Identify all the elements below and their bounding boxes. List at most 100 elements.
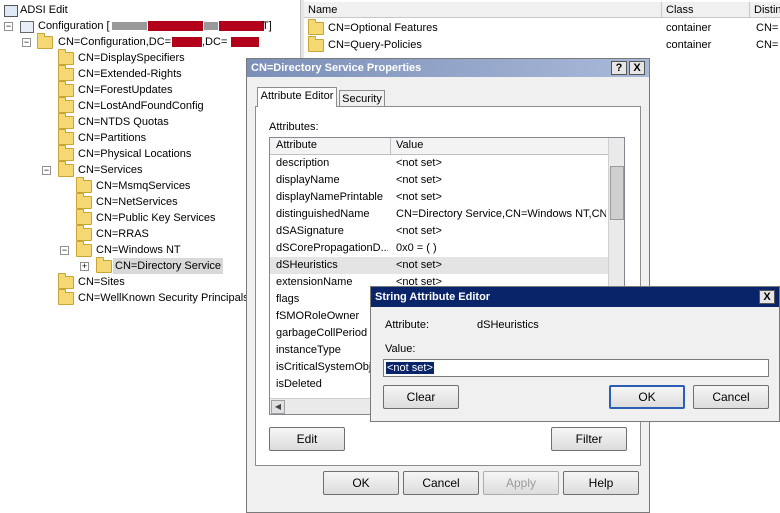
folder-icon xyxy=(76,241,92,257)
column-header-value[interactable]: Value xyxy=(396,139,423,151)
close-icon[interactable]: X xyxy=(759,290,775,304)
tree-item-label: CN=WellKnown Security Principals xyxy=(78,292,249,304)
list-item-name: CN=Query-Policies xyxy=(328,39,422,51)
tree-cn-config-mid: ,DC= xyxy=(202,36,228,48)
ok-button[interactable]: OK xyxy=(323,471,399,495)
list-item[interactable]: CN=Query-Policies container CN= xyxy=(308,36,780,53)
column-header-class[interactable]: Class xyxy=(662,2,750,18)
tree-node-cn-configuration[interactable]: − CN=Configuration,DC= ,DC= xyxy=(22,33,292,50)
tab-security[interactable]: Security xyxy=(339,90,385,107)
list-item-name: CN=Optional Features xyxy=(328,22,438,34)
list-item-class: container xyxy=(666,22,712,34)
tree-item-label: CN=MsmqServices xyxy=(96,180,191,192)
expand-icon[interactable]: + xyxy=(80,262,89,271)
tree-item-label: CN=Public Key Services xyxy=(96,212,216,224)
folder-icon xyxy=(308,19,324,35)
attribute-name: displayName xyxy=(276,174,340,186)
tree-node-configuration[interactable]: − Configuration [ T] xyxy=(4,18,294,34)
attribute-name: dSCorePropagationD... xyxy=(276,242,388,254)
attribute-row[interactable]: dSHeuristics <not set> xyxy=(270,257,608,274)
collapse-icon[interactable]: − xyxy=(22,38,31,47)
grid-header: Attribute Value xyxy=(270,138,610,155)
value-label: Value: xyxy=(385,343,416,355)
scrollbar-thumb[interactable] xyxy=(610,166,624,220)
folder-icon xyxy=(76,225,92,241)
ok-button[interactable]: OK xyxy=(609,385,685,409)
column-header-distinguished-name[interactable]: Distin xyxy=(750,2,780,18)
attribute-row[interactable]: displayName <not set> xyxy=(270,172,608,189)
adsi-edit-icon xyxy=(4,5,18,17)
folder-icon xyxy=(308,36,324,52)
database-icon xyxy=(20,21,34,33)
column-header-attribute[interactable]: Attribute xyxy=(276,139,317,151)
folder-icon xyxy=(58,81,74,97)
folder-icon xyxy=(58,113,74,129)
redaction-mark xyxy=(219,21,264,31)
tree-item-label: CN=Directory Service xyxy=(113,258,224,274)
filter-button[interactable]: Filter xyxy=(551,427,627,451)
attribute-row[interactable]: distinguishedName CN=Directory Service,CN… xyxy=(270,206,608,223)
folder-icon xyxy=(37,33,53,49)
collapse-icon[interactable]: − xyxy=(42,166,51,175)
attribute-name: dSASignature xyxy=(276,225,344,237)
tree-item-label: CN=Physical Locations xyxy=(78,148,192,160)
attribute-row[interactable]: dSCorePropagationD... 0x0 = ( ) xyxy=(270,240,608,257)
value-input[interactable]: <not set> xyxy=(383,359,769,377)
list-item[interactable]: CN=Optional Features container CN= xyxy=(308,19,780,36)
folder-icon xyxy=(58,289,74,305)
sae-title: String Attribute Editor xyxy=(375,291,491,303)
close-icon[interactable]: X xyxy=(629,61,645,75)
properties-title: CN=Directory Service Properties xyxy=(251,62,422,74)
tree-item-label: CN=Extended-Rights xyxy=(78,68,182,80)
column-divider[interactable] xyxy=(390,138,391,154)
attribute-name: displayNamePrintable xyxy=(276,191,383,203)
string-attribute-editor-dialog[interactable]: String Attribute Editor X Attribute: dSH… xyxy=(370,286,780,422)
attribute-row[interactable]: description <not set> xyxy=(270,155,608,172)
collapse-icon[interactable]: − xyxy=(60,246,69,255)
properties-titlebar[interactable]: CN=Directory Service Properties xyxy=(247,59,649,77)
tree-item-label: CN=Partitions xyxy=(78,132,147,144)
attribute-row[interactable]: dSASignature <not set> xyxy=(270,223,608,240)
help-icon[interactable]: ? xyxy=(611,61,627,75)
attribute-name: dSHeuristics xyxy=(276,259,338,271)
tree-item-label: CN=Sites xyxy=(78,276,125,288)
tree-item-label: CN=NetServices xyxy=(96,196,178,208)
folder-icon xyxy=(58,65,74,81)
apply-button[interactable]: Apply xyxy=(483,471,559,495)
scroll-left-icon[interactable]: ◀ xyxy=(271,400,285,414)
attribute-value: <not set> xyxy=(396,174,442,186)
redaction-gray xyxy=(204,22,218,30)
redaction-gray xyxy=(112,22,147,30)
attribute-value: <not set> xyxy=(396,157,442,169)
cancel-button[interactable]: Cancel xyxy=(403,471,479,495)
column-header-name[interactable]: Name xyxy=(304,2,662,18)
tree-config-label: Configuration [ xyxy=(38,20,110,32)
attribute-value: <not set> xyxy=(396,259,442,271)
clear-button[interactable]: Clear xyxy=(383,385,459,409)
edit-button[interactable]: Edit xyxy=(269,427,345,451)
attribute-value: <not set> xyxy=(396,225,442,237)
cancel-button[interactable]: Cancel xyxy=(693,385,769,409)
attribute-value: CN=Directory Service,CN=Windows NT,CN= xyxy=(396,208,606,220)
tree-root-label: ADSI Edit xyxy=(20,4,68,16)
list-item-dn: CN= xyxy=(756,22,779,34)
tree-config-tail: T] xyxy=(262,20,272,32)
tree-item-label: CN=ForestUpdates xyxy=(78,84,173,96)
attribute-name: distinguishedName xyxy=(276,208,370,220)
tab-attribute-editor[interactable]: Attribute Editor xyxy=(257,87,337,107)
attribute-name-value: dSHeuristics xyxy=(477,319,539,331)
attribute-row[interactable]: displayNamePrintable <not set> xyxy=(270,189,608,206)
folder-icon xyxy=(76,209,92,225)
help-button[interactable]: Help xyxy=(563,471,639,495)
redaction-mark xyxy=(231,37,259,47)
attribute-value: 0x0 = ( ) xyxy=(396,242,437,254)
tree-item-label: CN=DisplaySpecifiers xyxy=(78,52,185,64)
tree-item-label: CN=Services xyxy=(78,164,143,176)
redaction-mark xyxy=(172,37,202,47)
sae-titlebar[interactable]: String Attribute Editor xyxy=(371,287,779,307)
list-item-class: container xyxy=(666,39,712,51)
tree-cn-config-label: CN=Configuration,DC= xyxy=(58,36,172,48)
folder-icon xyxy=(58,97,74,113)
folder-icon xyxy=(58,49,74,65)
collapse-icon[interactable]: − xyxy=(4,22,13,31)
